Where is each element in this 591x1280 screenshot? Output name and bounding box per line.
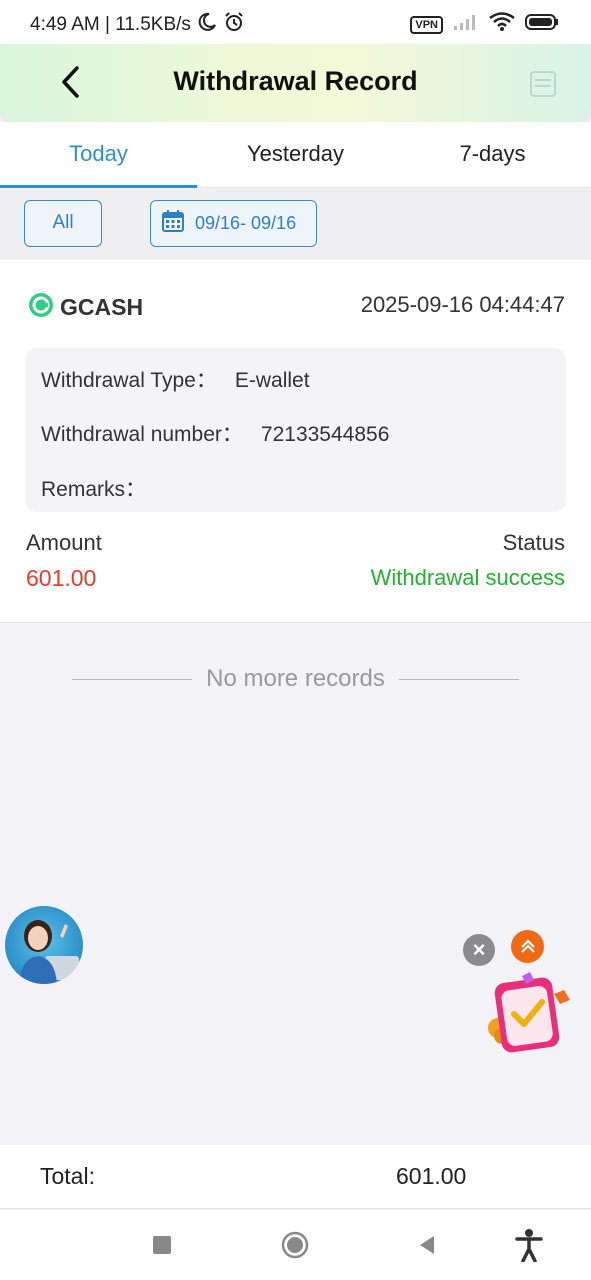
daily-checkin-gift-icon[interactable]	[484, 970, 574, 1056]
alarm-icon	[223, 11, 245, 39]
filter-all-button[interactable]: All	[24, 200, 102, 247]
back-nav-button[interactable]	[410, 1228, 444, 1262]
withdrawal-type-label: Withdrawal Type：	[41, 369, 217, 392]
withdrawal-number-value: 72133544856	[260, 423, 390, 446]
circle-icon	[281, 1231, 309, 1259]
withdrawal-type-value: E-wallet	[234, 369, 310, 392]
moon-icon	[197, 12, 217, 38]
tab-7-days[interactable]: 7-days	[394, 122, 591, 187]
withdrawal-type-row: Withdrawal Type： E-wallet	[41, 364, 310, 394]
tab-today[interactable]: Today	[0, 122, 197, 188]
date-range-text: 09/16- 09/16	[195, 213, 297, 233]
customer-service-avatar[interactable]	[5, 906, 83, 984]
square-icon	[153, 1236, 171, 1254]
status-time-speed: 4:49 AM | 11.5KB/s	[30, 14, 191, 35]
divider-left	[72, 678, 193, 680]
triangle-back-icon	[420, 1236, 434, 1254]
accessibility-icon	[515, 1229, 543, 1262]
wifi-icon	[489, 12, 515, 38]
vpn-badge: VPN	[410, 16, 443, 34]
divider-right	[398, 678, 519, 680]
signal-icon	[453, 13, 479, 37]
status-bar: 4:49 AM | 11.5KB/s VPN	[0, 0, 591, 50]
total-value: 601.00	[396, 1163, 467, 1189]
page-title: Withdrawal Record	[173, 66, 418, 96]
close-promo-button[interactable]: ×	[463, 934, 495, 966]
record-datetime: 2025-09-16 04:44:47	[360, 292, 565, 317]
status-left: 4:49 AM | 11.5KB/s	[30, 11, 245, 39]
withdrawal-record-card[interactable]: GCASH 2025-09-16 04:44:47 Withdrawal Typ…	[0, 260, 591, 623]
withdrawal-number-label: Withdrawal number：	[41, 423, 243, 446]
page-header: Withdrawal Record	[0, 44, 591, 122]
payment-method-name: GCASH	[60, 294, 144, 320]
filter-row: All 09/16- 09/16	[0, 189, 591, 259]
home-button[interactable]	[278, 1228, 312, 1262]
remarks-label: Remarks：	[41, 478, 147, 501]
calendar-icon	[161, 209, 185, 238]
tab-yesterday[interactable]: Yesterday	[197, 122, 394, 187]
double-chevron-up-icon	[519, 939, 537, 959]
withdrawal-number-row: Withdrawal number： 72133544856	[41, 418, 389, 448]
gcash-logo-icon	[28, 292, 54, 323]
battery-icon	[525, 13, 559, 37]
total-bar: Total: 601.00	[0, 1145, 591, 1209]
scroll-up-button[interactable]	[511, 930, 544, 963]
system-nav-bar	[0, 1210, 591, 1280]
recent-apps-button[interactable]	[145, 1228, 179, 1262]
total-label: Total:	[40, 1163, 95, 1189]
payment-method: GCASH	[28, 292, 143, 323]
status-value: Withdrawal success	[370, 565, 565, 590]
date-range-button[interactable]: 09/16- 09/16	[150, 200, 317, 247]
list-end-indicator: No more records	[0, 665, 591, 693]
status-right: VPN	[410, 12, 559, 38]
accessibility-button[interactable]	[512, 1228, 546, 1262]
date-tabs: Today Yesterday 7-days	[0, 122, 591, 188]
close-icon: ×	[472, 937, 486, 962]
record-details: Withdrawal Type： E-wallet Withdrawal numb…	[25, 348, 566, 512]
amount-label: Amount	[26, 530, 102, 555]
amount-value: 601.00	[26, 565, 97, 591]
status-label: Status	[502, 530, 565, 555]
no-more-records-text: No more records	[206, 665, 385, 692]
remarks-row: Remarks：	[41, 473, 164, 503]
header-decoration-icon	[523, 64, 563, 100]
